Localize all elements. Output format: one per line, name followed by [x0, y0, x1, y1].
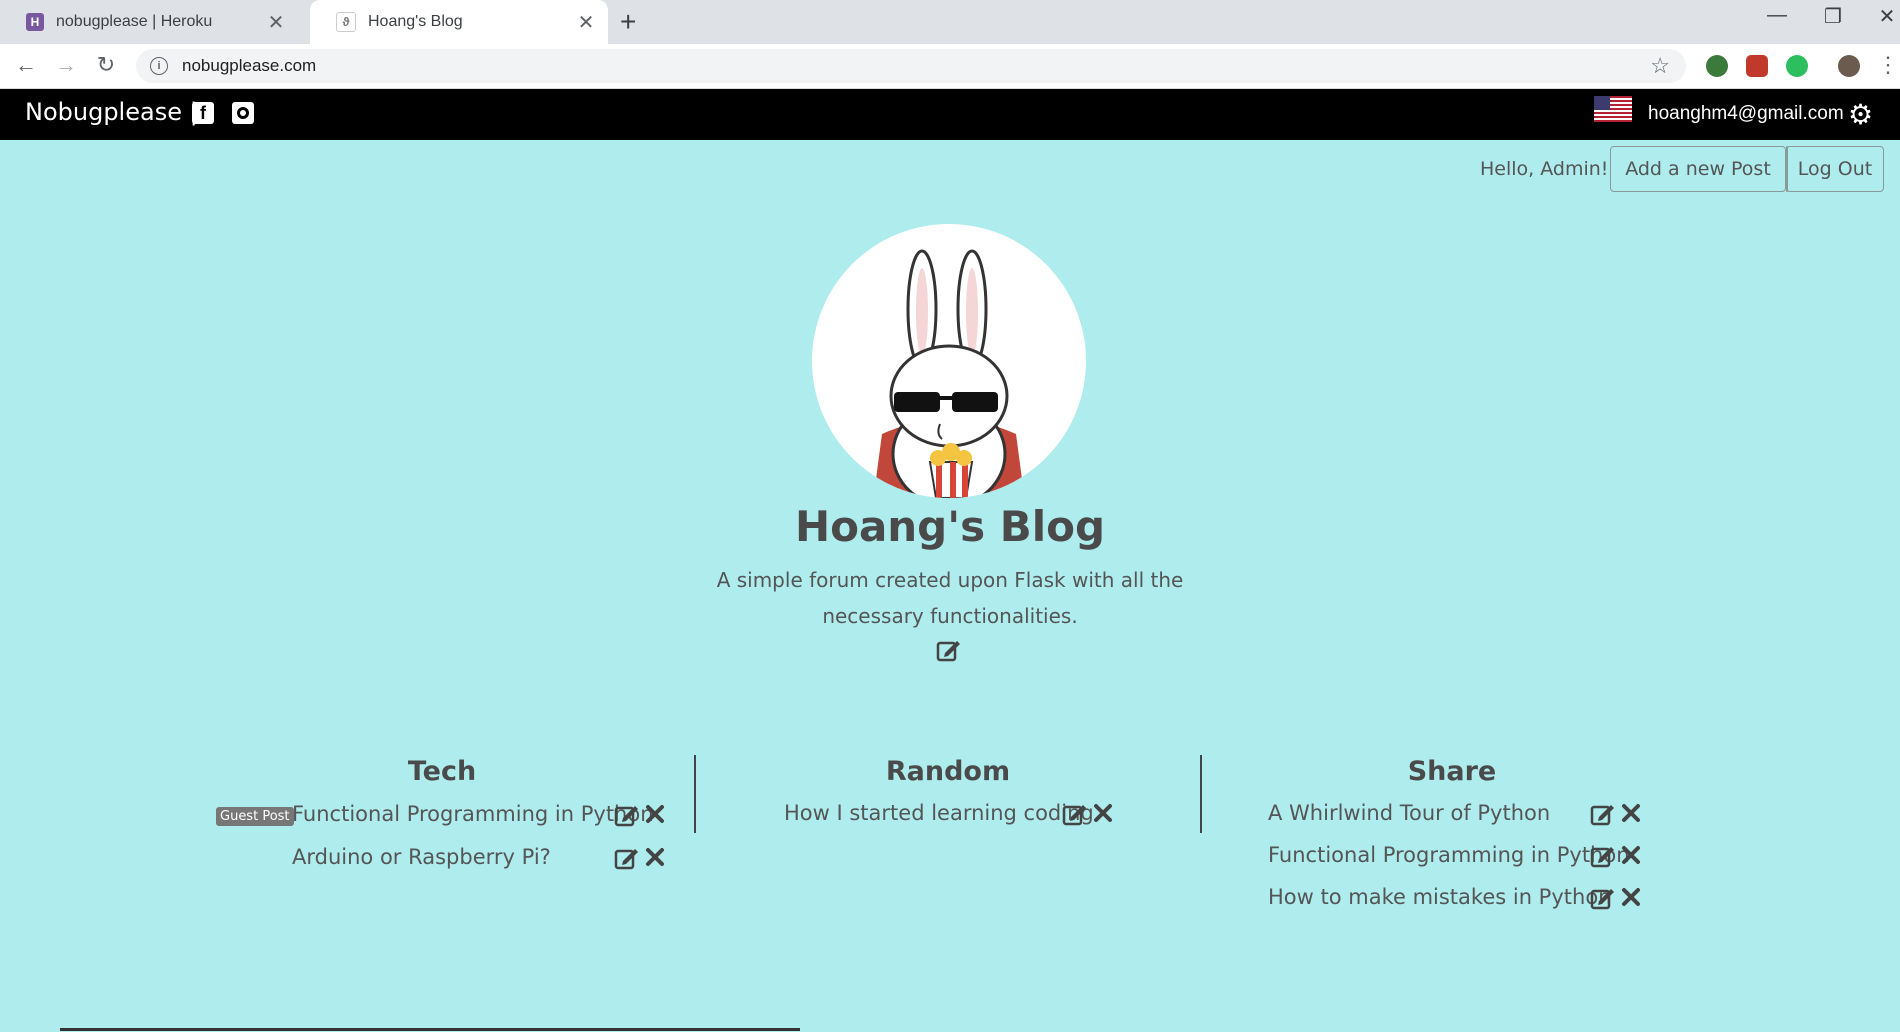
- post-link[interactable]: Functional Programming in Python: [1268, 843, 1630, 867]
- us-flag-icon[interactable]: [1594, 96, 1632, 122]
- category-title-random: Random: [885, 756, 1011, 787]
- blog-title: Hoang's Blog: [794, 502, 1106, 551]
- delete-icon[interactable]: [644, 803, 666, 825]
- user-email[interactable]: hoanghm4@gmail.com: [1648, 103, 1844, 125]
- column-divider: [1200, 755, 1202, 833]
- gear-icon[interactable]: ⚙: [1848, 98, 1873, 131]
- post-actions: [1062, 802, 1114, 828]
- post-link[interactable]: Functional Programming in Python: [292, 802, 654, 826]
- post-actions: [1590, 886, 1642, 912]
- extension-evernote-icon[interactable]: [1786, 55, 1808, 77]
- close-window-icon[interactable]: ✕: [1864, 4, 1900, 29]
- delete-icon[interactable]: [1620, 844, 1642, 866]
- rabbit-icon: ϑ: [336, 12, 356, 32]
- taskbar-edge: [60, 1028, 800, 1031]
- column-divider: [694, 755, 696, 833]
- logout-button[interactable]: Log Out: [1786, 146, 1884, 192]
- close-tab-icon[interactable]: ✕: [266, 10, 286, 35]
- add-post-button[interactable]: Add a new Post: [1610, 146, 1786, 192]
- delete-icon[interactable]: [1620, 886, 1642, 908]
- minimize-icon[interactable]: —: [1754, 4, 1800, 27]
- reload-icon[interactable]: ↻: [92, 52, 120, 78]
- edit-icon[interactable]: [614, 803, 640, 827]
- edit-icon[interactable]: [1590, 802, 1616, 826]
- edit-icon[interactable]: [1590, 886, 1616, 910]
- edit-blog-icon[interactable]: [936, 638, 962, 662]
- browser-tab-blog[interactable]: ϑ Hoang's Blog ✕: [310, 0, 608, 44]
- extension-pdf-icon[interactable]: [1746, 55, 1768, 77]
- post-actions: [614, 846, 666, 872]
- blog-avatar: [812, 224, 1086, 498]
- category-title-tech: Tech: [407, 756, 477, 787]
- tab-title: nobugplease | Heroku: [56, 13, 213, 30]
- post-actions: [614, 803, 666, 829]
- post-link[interactable]: How to make mistakes in Python: [1268, 885, 1611, 909]
- guest-post-badge: Guest Post: [216, 807, 294, 826]
- greeting-text: Hello, Admin!: [1480, 158, 1609, 180]
- delete-icon[interactable]: [644, 846, 666, 868]
- post-link[interactable]: A Whirlwind Tour of Python: [1268, 801, 1550, 825]
- edit-icon[interactable]: [1590, 844, 1616, 868]
- post-actions: [1590, 802, 1642, 828]
- site-info-icon[interactable]: i: [150, 57, 168, 75]
- post-actions: [1590, 844, 1642, 870]
- category-title-share: Share: [1407, 756, 1497, 787]
- close-tab-icon[interactable]: ✕: [576, 10, 596, 35]
- browser-tab-strip: H nobugplease | Heroku ✕ ϑ Hoang's Blog …: [0, 0, 1900, 44]
- github-icon[interactable]: [232, 102, 254, 124]
- post-link[interactable]: Arduino or Raspberry Pi?: [292, 845, 551, 869]
- forward-icon[interactable]: →: [52, 52, 80, 78]
- extension-globe-icon[interactable]: [1706, 55, 1728, 77]
- brand-link[interactable]: Nobugplease |: [25, 98, 198, 126]
- delete-icon[interactable]: [1092, 802, 1114, 824]
- profile-avatar[interactable]: [1838, 55, 1860, 77]
- browser-toolbar: ← → ↻ i nobugplease.com ☆ ⋮: [0, 44, 1900, 89]
- back-icon[interactable]: ←: [12, 52, 40, 78]
- heroku-icon: H: [26, 13, 44, 31]
- new-tab-button[interactable]: +: [620, 6, 636, 38]
- facebook-icon[interactable]: f: [192, 102, 214, 124]
- browser-menu-icon[interactable]: ⋮: [1874, 52, 1900, 78]
- blog-description: A simple forum created upon Flask with a…: [716, 568, 1184, 628]
- rabbit-mascot-image: [874, 249, 1024, 498]
- address-bar[interactable]: i nobugplease.com ☆: [136, 49, 1686, 83]
- restore-icon[interactable]: ❐: [1810, 4, 1856, 29]
- delete-icon[interactable]: [1620, 802, 1642, 824]
- browser-tab-heroku[interactable]: H nobugplease | Heroku ✕: [0, 0, 298, 44]
- edit-icon[interactable]: [614, 846, 640, 870]
- bookmark-star-icon[interactable]: ☆: [1650, 53, 1670, 79]
- edit-icon[interactable]: [1062, 802, 1088, 826]
- post-link[interactable]: How I started learning coding.: [784, 801, 1100, 825]
- tab-title: Hoang's Blog: [368, 13, 463, 30]
- url-text: nobugplease.com: [182, 56, 317, 75]
